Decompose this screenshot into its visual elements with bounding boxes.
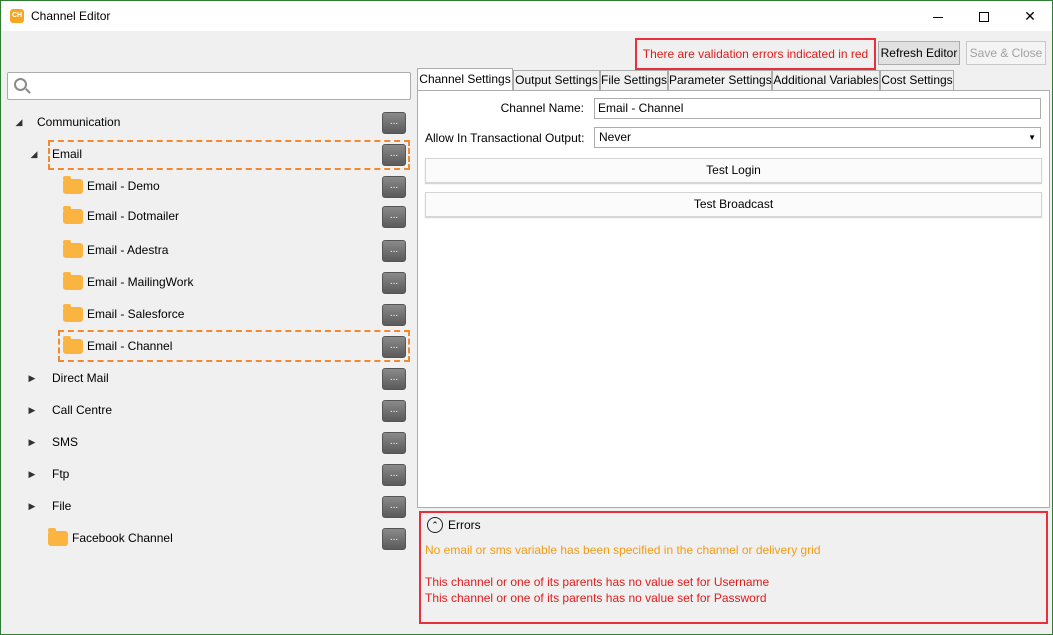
tree-node-email-dotmailer[interactable]: Email - Dotmailer ... (6, 206, 412, 228)
expand-icon[interactable]: ▶ (27, 437, 37, 447)
error-message: This channel or one of its parents has n… (425, 591, 767, 605)
channel-tree-panel: ◢ Communication ... ◢ Email ... Email - … (6, 71, 412, 630)
expand-icon[interactable]: ▶ (27, 373, 37, 383)
tree-node-label: Facebook Channel (72, 531, 173, 545)
maximize-icon (979, 12, 989, 23)
tree-node-label: File (52, 499, 72, 513)
channel-icon: CH (10, 9, 24, 23)
node-options-button[interactable]: ... (382, 272, 406, 294)
tree-node-call-centre[interactable]: ▶ Call Centre ... (6, 400, 412, 422)
chevron-down-icon: ▼ (1028, 133, 1036, 142)
node-options-button[interactable]: ... (382, 368, 406, 390)
error-warning: No email or sms variable has been specif… (425, 543, 821, 557)
expand-icon[interactable]: ▶ (27, 469, 37, 479)
close-icon: ✕ (1024, 8, 1036, 24)
close-button[interactable]: ✕ (1007, 1, 1053, 31)
collapse-icon[interactable]: ◢ (29, 149, 39, 159)
tree-node-ftp[interactable]: ▶ Ftp ... (6, 464, 412, 486)
node-options-button[interactable]: ... (382, 112, 406, 134)
node-options-button[interactable]: ... (382, 400, 406, 422)
expand-icon[interactable]: ▶ (27, 501, 37, 511)
tab-output-settings[interactable]: Output Settings (513, 70, 600, 90)
node-options-button[interactable]: ... (382, 496, 406, 518)
folder-icon (63, 272, 83, 290)
node-options-button[interactable]: ... (382, 464, 406, 486)
tab-cost-settings[interactable]: Cost Settings (880, 70, 954, 90)
search-input[interactable] (7, 72, 411, 100)
tree-node-label: Ftp (52, 467, 70, 481)
expand-icon[interactable]: ▶ (27, 405, 37, 415)
node-options-button[interactable]: ... (382, 528, 406, 550)
tree-node-label: Call Centre (52, 403, 113, 417)
window-title: Channel Editor (31, 9, 111, 23)
tab-channel-settings[interactable]: Channel Settings (417, 68, 513, 90)
node-options-button[interactable]: ... (382, 304, 406, 326)
tab-additional-variables[interactable]: Additional Variables (772, 70, 880, 90)
transactional-output-label: Allow In Transactional Output: (425, 131, 585, 145)
node-options-button[interactable]: ... (382, 176, 406, 198)
refresh-editor-button[interactable]: Refresh Editor (878, 41, 960, 65)
tree-node-email-salesforce[interactable]: Email - Salesforce ... (6, 304, 412, 326)
tree-node-email-demo[interactable]: Email - Demo ... (6, 176, 412, 198)
tree-node-facebook-channel[interactable]: Facebook Channel ... (6, 528, 412, 550)
tree-node-label: Communication (37, 115, 121, 129)
tree-node-label: Email - Salesforce (87, 307, 185, 321)
tree-node-sms[interactable]: ▶ SMS ... (6, 432, 412, 454)
channel-name-label: Channel Name: (500, 101, 584, 115)
channel-name-field[interactable]: Email - Channel (594, 98, 1041, 119)
tree-node-label: Email - Demo (87, 179, 160, 193)
tree-node-direct-mail[interactable]: ▶ Direct Mail ... (6, 368, 412, 390)
folder-icon (48, 528, 68, 546)
tree-node-label: SMS (52, 435, 79, 449)
save-close-button[interactable]: Save & Close (966, 41, 1046, 65)
minimize-icon (933, 16, 943, 18)
collapse-errors-icon[interactable]: ⌃ (427, 517, 443, 533)
collapse-icon[interactable]: ◢ (14, 117, 24, 127)
tree-node-label: Email - Dotmailer (87, 209, 180, 223)
tab-parameter-settings[interactable]: Parameter Settings (668, 70, 772, 90)
tree-node-label: Email - MailingWork (87, 275, 194, 289)
test-broadcast-button[interactable]: Test Broadcast (425, 192, 1042, 217)
error-message: This channel or one of its parents has n… (425, 575, 770, 589)
tree-node-email-mailingwork[interactable]: Email - MailingWork ... (6, 272, 412, 294)
tab-file-settings[interactable]: File Settings (600, 70, 668, 90)
channel-editor-window: CH Channel Editor ✕ There are validation… (0, 0, 1053, 635)
transactional-output-select[interactable]: Never ▼ (594, 127, 1041, 148)
errors-title: Errors (448, 518, 481, 532)
tree-node-email-adestra[interactable]: Email - Adestra ... (6, 240, 412, 262)
folder-icon (63, 176, 83, 194)
tree-node-label: Direct Mail (52, 371, 109, 385)
node-options-button[interactable]: ... (382, 240, 406, 262)
search-icon (14, 78, 27, 91)
channel-settings-panel: Channel Name: Email - Channel Allow In T… (417, 90, 1050, 508)
minimize-button[interactable] (915, 1, 961, 31)
tree-node-file[interactable]: ▶ File ... (6, 496, 412, 518)
maximize-button[interactable] (961, 1, 1007, 31)
node-options-button[interactable]: ... (382, 432, 406, 454)
folder-icon (63, 304, 83, 322)
test-login-button[interactable]: Test Login (425, 158, 1042, 183)
transactional-output-value: Never (599, 130, 632, 144)
folder-icon (63, 240, 83, 258)
tree-node-communication[interactable]: ◢ Communication ... (6, 112, 412, 134)
selection-highlight (48, 140, 410, 170)
folder-icon (63, 206, 83, 224)
node-options-button[interactable]: ... (382, 206, 406, 228)
title-bar: CH Channel Editor ✕ (1, 1, 1052, 31)
errors-panel: ⌃ Errors No email or sms variable has be… (419, 511, 1048, 624)
selection-highlight (58, 330, 410, 362)
tree-node-label: Email - Adestra (87, 243, 169, 257)
validation-message: There are validation errors indicated in… (635, 38, 876, 70)
